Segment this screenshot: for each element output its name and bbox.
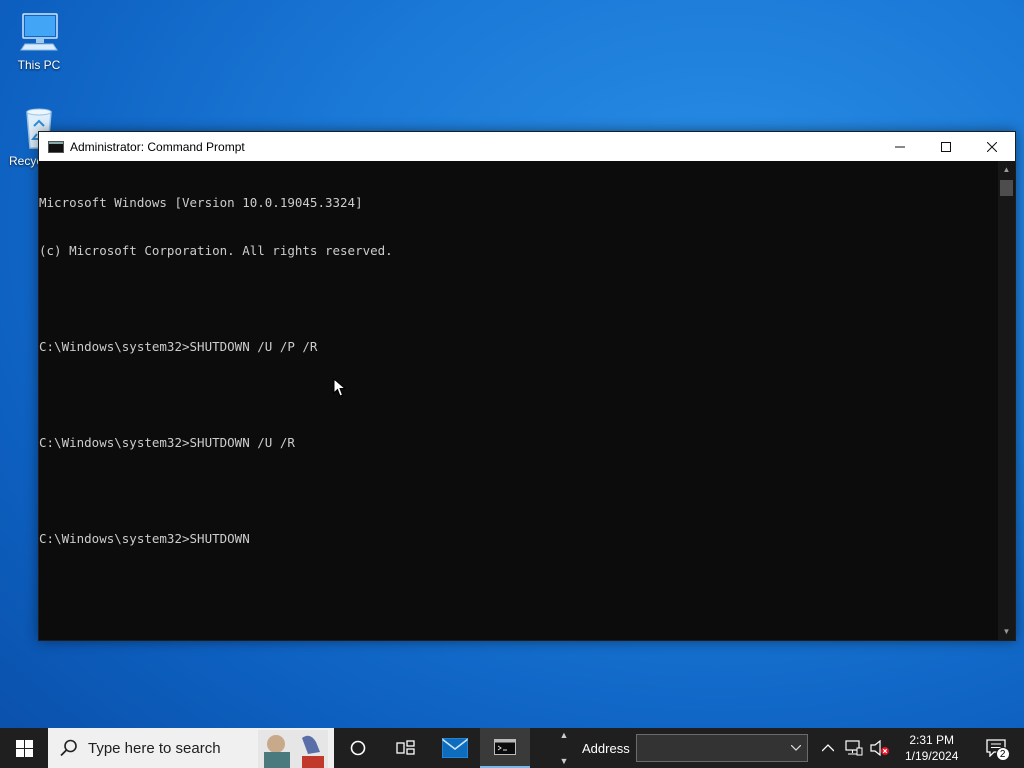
action-center-button[interactable]: 2: [976, 728, 1016, 768]
task-view-icon: [396, 740, 415, 755]
chevron-up-icon[interactable]: ▲: [560, 730, 569, 740]
command-prompt-icon: [48, 140, 64, 153]
chevron-down-icon[interactable]: ▼: [560, 756, 569, 766]
cortana-icon: [350, 740, 366, 756]
maximize-icon: [941, 141, 951, 152]
mail-taskbar-button[interactable]: [430, 728, 480, 768]
taskbar-search-box[interactable]: Type here to search: [48, 728, 334, 768]
computer-icon: [15, 10, 63, 56]
minimize-icon: [895, 146, 905, 147]
toolbar-scroll-arrows[interactable]: ▲ ▼: [556, 728, 572, 768]
system-tray: 2:31 PM 1/19/2024 2: [818, 728, 1016, 768]
console-line: Microsoft Windows [Version 10.0.19045.33…: [39, 195, 363, 210]
volume-muted-icon: [870, 740, 889, 756]
mail-icon: [442, 738, 468, 758]
task-view-button[interactable]: [382, 728, 430, 768]
command-prompt-icon: [494, 739, 516, 755]
close-icon: [987, 141, 997, 152]
desktop-icon-this-pc[interactable]: This PC: [1, 10, 77, 72]
network-button[interactable]: [844, 728, 864, 768]
taskbar-clock[interactable]: 2:31 PM 1/19/2024: [900, 732, 964, 764]
window-titlebar[interactable]: Administrator: Command Prompt: [39, 132, 1015, 161]
network-icon: [845, 740, 863, 756]
scroll-down-arrow-icon[interactable]: ▼: [998, 623, 1015, 640]
show-hidden-icons-button[interactable]: [818, 728, 838, 768]
scroll-up-arrow-icon[interactable]: ▲: [998, 161, 1015, 178]
window-title: Administrator: Command Prompt: [70, 139, 245, 154]
maximize-button[interactable]: [923, 132, 969, 161]
search-icon: [60, 739, 77, 757]
console-line: (c) Microsoft Corporation. All rights re…: [39, 243, 393, 258]
vertical-scrollbar[interactable]: ▲ ▼: [998, 161, 1015, 640]
console-line: C:\Windows\system32>SHUTDOWN /U /P /R: [39, 339, 318, 354]
chevron-up-icon: [821, 744, 834, 752]
search-placeholder: Type here to search: [88, 739, 221, 757]
address-dropdown-chevron-icon[interactable]: [790, 743, 802, 754]
windows-start-icon: [15, 739, 33, 757]
notification-count-badge: 2: [995, 747, 1010, 761]
console-line: C:\Windows\system32>SHUTDOWN /U /R: [39, 435, 295, 450]
command-prompt-taskbar-button[interactable]: [480, 728, 530, 768]
console-output[interactable]: Microsoft Windows [Version 10.0.19045.33…: [39, 161, 998, 640]
close-button[interactable]: [969, 132, 1015, 161]
command-prompt-window[interactable]: Administrator: Command Prompt Microsoft …: [38, 131, 1016, 641]
scrollbar-thumb[interactable]: [1000, 180, 1013, 196]
desktop-icon-label: This PC: [17, 58, 61, 72]
taskbar: Type here to search ▲ ▼ Address 2:31 PM …: [0, 728, 1024, 768]
clock-date: 1/19/2024: [905, 749, 959, 763]
clock-time: 2:31 PM: [909, 733, 955, 747]
console-line: C:\Windows\system32>SHUTDOWN: [39, 531, 250, 546]
minimize-button[interactable]: [877, 132, 923, 161]
cortana-button[interactable]: [334, 728, 382, 768]
search-highlight-illustration-icon: [258, 730, 328, 768]
mouse-cursor-icon: [333, 377, 347, 403]
volume-button[interactable]: [870, 728, 890, 768]
start-button[interactable]: [0, 728, 48, 768]
address-toolbar-label: Address: [582, 740, 630, 756]
address-input[interactable]: [635, 734, 808, 762]
